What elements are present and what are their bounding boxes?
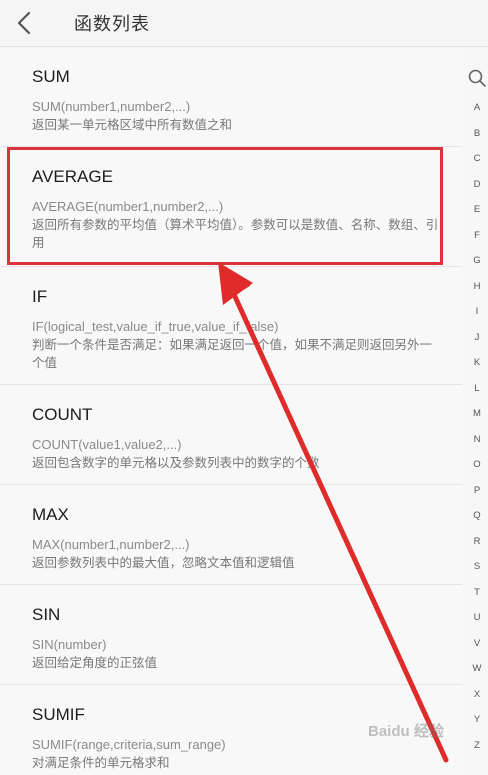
function-description: 返回包含数字的单元格以及参数列表中的数字的个数: [32, 455, 320, 470]
watermark: Baidu 经验: [368, 723, 444, 740]
function-syntax: SUMIF(range,criteria,sum_range): [32, 737, 226, 752]
index-letter-t[interactable]: T: [466, 587, 488, 598]
function-syntax: SIN(number): [32, 637, 107, 652]
function-item-sum[interactable]: SUM SUM(number1,number2,...) 返回某一单元格区域中所…: [0, 47, 462, 147]
function-description: 返回参数列表中的最大值，忽略文本值和逻辑值: [32, 555, 295, 570]
index-letter-r[interactable]: R: [466, 536, 488, 547]
index-letter-f[interactable]: F: [466, 230, 488, 241]
function-item-max[interactable]: MAX MAX(number1,number2,...) 返回参数列表中的最大值…: [0, 485, 462, 585]
header-bar: 函数列表: [0, 0, 488, 47]
index-letter-g[interactable]: G: [466, 255, 488, 266]
page-title: 函数列表: [74, 14, 150, 35]
function-name: MAX: [32, 505, 69, 524]
function-item-count[interactable]: COUNT COUNT(value1,value2,...) 返回包含数字的单元…: [0, 385, 462, 485]
index-letter-q[interactable]: Q: [466, 510, 488, 521]
index-letter-k[interactable]: K: [466, 357, 488, 368]
index-letter-d[interactable]: D: [466, 179, 488, 190]
function-item-sin[interactable]: SIN SIN(number) 返回给定角度的正弦值: [0, 585, 462, 685]
index-letter-l[interactable]: L: [466, 383, 488, 394]
index-letter-i[interactable]: I: [466, 306, 488, 317]
function-syntax: SUM(number1,number2,...): [32, 99, 191, 114]
highlight-box: [7, 147, 443, 265]
function-name: COUNT: [32, 405, 93, 424]
function-name: IF: [32, 287, 48, 306]
index-letter-c[interactable]: C: [466, 153, 488, 164]
index-letter-u[interactable]: U: [466, 612, 488, 623]
function-description: 判断一个条件是否满足：如果满足返回一个值，如果不满足则返回另外一个值: [32, 337, 433, 370]
index-letter-v[interactable]: V: [466, 638, 488, 649]
function-item-if[interactable]: IF IF(logical_test,value_if_true,value_i…: [0, 267, 462, 385]
index-letter-x[interactable]: X: [466, 689, 488, 700]
function-syntax: MAX(number1,number2,...): [32, 537, 190, 552]
function-syntax: COUNT(value1,value2,...): [32, 437, 182, 452]
index-letter-a[interactable]: A: [466, 102, 488, 113]
index-letter-z[interactable]: Z: [466, 740, 488, 751]
index-letter-w[interactable]: W: [466, 663, 488, 674]
function-description: 返回给定角度的正弦值: [32, 655, 158, 670]
index-letter-h[interactable]: H: [466, 281, 488, 292]
index-letter-s[interactable]: S: [466, 561, 488, 572]
index-letter-n[interactable]: N: [466, 434, 488, 445]
alphabet-index[interactable]: A B C D E F G H I J K L M N O P Q R S T …: [466, 68, 488, 768]
index-letter-p[interactable]: P: [466, 485, 488, 496]
back-button[interactable]: [8, 6, 42, 40]
search-icon[interactable]: [467, 68, 487, 92]
index-letter-y[interactable]: Y: [466, 714, 488, 725]
index-letter-b[interactable]: B: [466, 128, 488, 139]
function-name: SUM: [32, 67, 70, 86]
index-letter-e[interactable]: E: [466, 204, 488, 215]
index-letter-o[interactable]: O: [466, 459, 488, 470]
function-syntax: IF(logical_test,value_if_true,value_if_f…: [32, 319, 279, 334]
function-name: SUMIF: [32, 705, 85, 724]
function-description: 对满足条件的单元格求和: [32, 755, 170, 770]
function-description: 返回某一单元格区域中所有数值之和: [32, 117, 233, 132]
index-letter-j[interactable]: J: [466, 332, 488, 343]
function-name: SIN: [32, 605, 61, 624]
chevron-left-icon: [17, 11, 31, 35]
index-letter-m[interactable]: M: [466, 408, 488, 419]
